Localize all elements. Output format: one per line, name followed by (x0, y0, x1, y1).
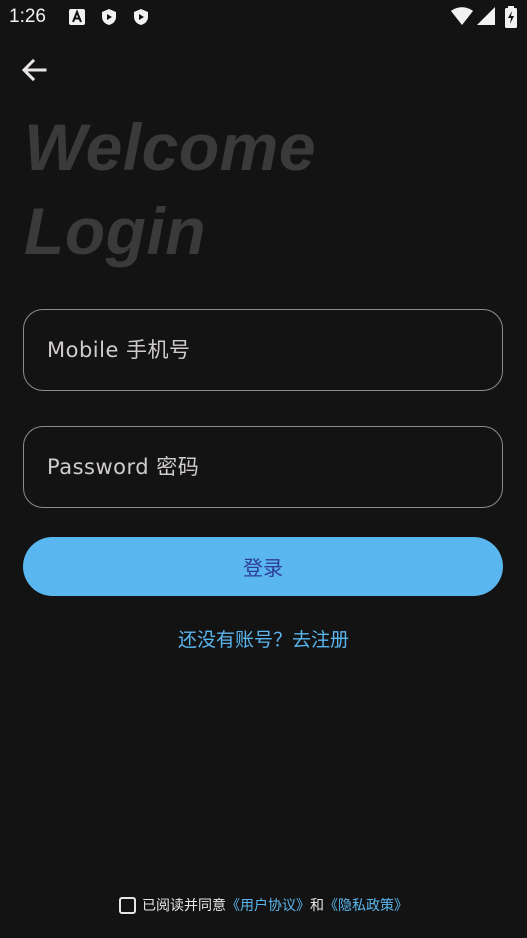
register-link[interactable]: 还没有账号？去注册 (0, 625, 527, 652)
battery-charging-icon (505, 6, 517, 32)
signal-icon (476, 6, 496, 30)
agreement-checkbox[interactable] (119, 896, 136, 914)
login-screen: 1:26 Welcome Login Mobile 手机号 登录 还没有账号？去… (0, 0, 527, 938)
back-button[interactable] (18, 54, 52, 86)
welcome-line-2: Login (24, 194, 207, 268)
status-bar: 1:26 (0, 0, 527, 36)
agreement-row: 已阅读并同意 《用户协议》 和 《隐私政策》 (0, 895, 527, 915)
password-input[interactable] (24, 427, 502, 507)
a11y-icon (68, 8, 86, 26)
agreement-prefix: 已阅读并同意 (142, 898, 226, 914)
wifi-icon (450, 6, 474, 30)
welcome-title: Welcome Login (24, 105, 316, 273)
privacy-policy-link[interactable]: 《隐私政策》 (324, 895, 408, 915)
login-button[interactable]: 登录 (23, 537, 503, 596)
mobile-field-container (23, 309, 503, 391)
shield-play-icon (100, 8, 118, 26)
welcome-line-1: Welcome (24, 110, 317, 184)
agreement-and: 和 (310, 898, 324, 914)
status-time: 1:26 (9, 6, 46, 27)
password-field-container (23, 426, 503, 508)
mobile-input[interactable] (24, 310, 502, 390)
user-agreement-link[interactable]: 《用户协议》 (226, 895, 310, 915)
arrow-left-icon (21, 58, 47, 82)
shield-play-icon-2 (132, 8, 150, 26)
